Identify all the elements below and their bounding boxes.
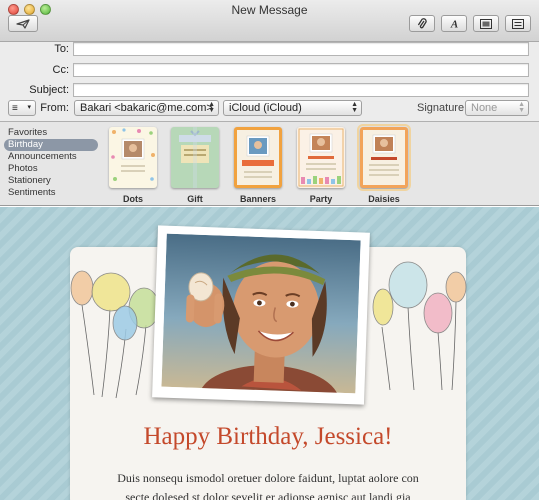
- template-gift[interactable]: [171, 127, 219, 188]
- stationery-pane: Favorites Birthday Announcements Photos …: [0, 122, 539, 206]
- template-label-dots: Dots: [123, 194, 143, 204]
- signature-label: Signature:: [417, 102, 468, 114]
- from-label: From:: [40, 102, 69, 114]
- signature-value: None: [471, 102, 498, 114]
- party-thumbnail: [298, 128, 344, 187]
- to-field[interactable]: [73, 42, 529, 56]
- body-line-1: Duis nonsequ ismodol oretuer dolore faid…: [117, 471, 419, 485]
- message-body-text[interactable]: Duis nonsequ ismodol oretuer dolore faid…: [70, 469, 466, 500]
- updown-arrows-icon: ▲ ▼: [208, 101, 215, 114]
- stationery-icon: [512, 18, 524, 29]
- category-birthday[interactable]: Birthday: [4, 139, 98, 151]
- template-label-banners: Banners: [239, 194, 276, 204]
- category-favorites[interactable]: Favorites: [4, 127, 98, 139]
- template-label-daisies: Daisies: [368, 194, 400, 204]
- birthday-photo[interactable]: [152, 225, 370, 405]
- format-fonts-button[interactable]: A: [441, 15, 467, 32]
- message-body[interactable]: Happy Birthday, Jessica! Duis nonsequ is…: [0, 207, 539, 500]
- cc-label: Cc:: [52, 64, 70, 76]
- category-stationery[interactable]: Stationery: [4, 175, 98, 187]
- template-dots[interactable]: [109, 127, 157, 188]
- greeting-headline[interactable]: Happy Birthday, Jessica!: [70, 423, 466, 451]
- template-banners[interactable]: [234, 127, 282, 188]
- header-fields-menu-button[interactable]: ≡ ▾: [8, 100, 36, 116]
- paperclip-icon: [417, 17, 427, 28]
- daisies-thumbnail: [363, 130, 405, 185]
- category-sentiments[interactable]: Sentiments: [4, 187, 98, 199]
- attach-button[interactable]: [409, 15, 435, 32]
- updown-arrows-icon: ▲ ▼: [351, 101, 358, 114]
- photo-browser-button[interactable]: [473, 15, 499, 32]
- photo-browser-icon: [480, 18, 492, 29]
- balloons-right-decoration: [372, 261, 467, 391]
- subject-field[interactable]: [73, 83, 529, 97]
- cc-field[interactable]: [73, 63, 529, 77]
- to-label: To:: [54, 43, 69, 55]
- category-photos[interactable]: Photos: [4, 163, 98, 175]
- portrait-image: [161, 233, 361, 394]
- template-party[interactable]: [297, 127, 345, 188]
- gift-thumbnail: [179, 127, 211, 188]
- fonts-icon: A: [449, 19, 457, 30]
- send-icon: [16, 18, 30, 29]
- from-account-select[interactable]: Bakari <bakaric@me.com> ▲ ▼: [74, 100, 219, 116]
- from-value: Bakari <bakaric@me.com>: [80, 102, 213, 114]
- dots-thumbnail: [111, 128, 155, 181]
- updown-arrows-icon: ▲ ▼: [518, 101, 525, 114]
- balloons-left-decoration: [70, 270, 160, 399]
- banners-thumbnail: [237, 130, 279, 185]
- body-line-2: secte dolesed st dolor sevelit er adions…: [125, 490, 411, 500]
- send-button[interactable]: [8, 15, 38, 32]
- template-label-gift: Gift: [187, 194, 203, 204]
- list-icon: ≡: [12, 103, 18, 114]
- show-stationery-button[interactable]: [505, 15, 531, 32]
- category-announcements[interactable]: Announcements: [4, 151, 98, 163]
- chevron-down-icon: ▾: [27, 104, 31, 111]
- template-label-party: Party: [309, 194, 333, 204]
- account-value: iCloud (iCloud): [229, 102, 302, 114]
- svg-text:A: A: [449, 19, 457, 30]
- template-daisies[interactable]: [357, 124, 411, 191]
- from-row: ≡ ▾ From: Bakari <bakaric@me.com> ▲ ▼ iClo…: [0, 100, 539, 122]
- subject-label: Subject:: [29, 84, 69, 96]
- sending-account-select[interactable]: iCloud (iCloud) ▲ ▼: [223, 100, 362, 116]
- title-bar: New Message A: [0, 0, 539, 42]
- signature-select[interactable]: None ▲ ▼: [465, 100, 529, 116]
